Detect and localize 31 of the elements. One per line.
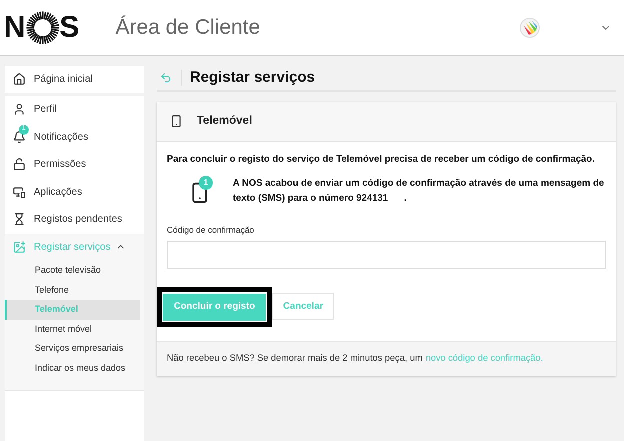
input-field[interactable]: [167, 241, 606, 269]
submenu-item[interactable]: Serviços empresariais: [5, 339, 140, 358]
sidebar-icon: [13, 240, 26, 254]
submenu-item[interactable]: Telefone: [5, 280, 140, 300]
intro-text: Para concluir o registo do serviço de Telemóvel precisa de receber um código de confirmação.: [167, 153, 596, 167]
submenu-item[interactable]: Internet móvel: [5, 320, 140, 339]
logo-letter: S: [60, 12, 80, 42]
page-title: Registar serviços: [190, 68, 316, 88]
sidebar-icon: [13, 130, 26, 144]
sidebar-item[interactable]: Perfil: [5, 96, 144, 124]
sms-message: A NOS acabou de enviar um código de confirmação através de uma mensagem de texto (SMS) para o número 924131 .: [233, 177, 606, 206]
sidebar-item[interactable]: Registos pendentes: [5, 206, 144, 234]
page-header-title: Área de Cliente: [116, 14, 260, 41]
phone-icon: [170, 115, 183, 128]
sunburst-logo-icon: [26, 10, 60, 44]
submenu-item[interactable]: Pacote televisão: [5, 261, 140, 280]
sidebar-icon: [13, 103, 26, 116]
submenu-item[interactable]: Indicar os meus dados: [5, 358, 140, 378]
field-label: Código de confirmação: [167, 224, 256, 237]
card-title: Telemóvel: [197, 114, 252, 129]
sidebar-item[interactable]: Aplicações: [5, 178, 144, 206]
sidebar-item[interactable]: Página inicial: [5, 66, 144, 93]
step-badge: 1: [199, 176, 213, 190]
sidebar-icon: [13, 213, 26, 226]
logo-letter: N: [4, 12, 26, 42]
avatar[interactable]: [520, 18, 540, 38]
sidebar-item[interactable]: Permissões: [5, 151, 144, 178]
footer-text: Não recebeu o SMS? Se demorar mais de 2 minutos peça, um: [167, 352, 423, 365]
sidebar-icon: [13, 73, 26, 86]
sidebar-icon: [13, 186, 26, 199]
sidebar-icon: [13, 158, 26, 172]
